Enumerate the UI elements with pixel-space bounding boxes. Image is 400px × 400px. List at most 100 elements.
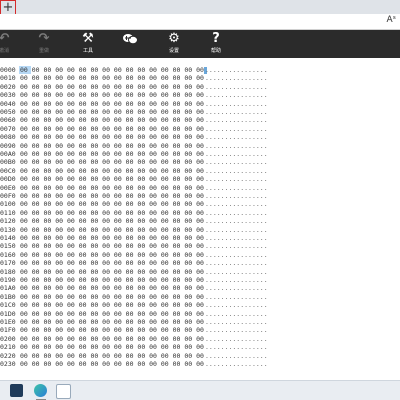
row-ascii[interactable]: ................ (205, 310, 268, 318)
row-ascii[interactable]: ................ (205, 360, 268, 368)
row-bytes[interactable]: 00 00 00 00 00 00 00 00 00 00 00 00 00 0… (20, 184, 204, 192)
row-bytes[interactable]: 00 00 00 00 00 00 00 00 00 00 00 00 00 0… (20, 352, 204, 360)
row-ascii[interactable]: ................ (205, 66, 268, 74)
hex-row[interactable]: 0080 00 00 00 00 00 00 00 00 00 00 00 00 … (0, 133, 400, 141)
hex-view[interactable]: 0000 00 00 00 00 00 00 00 00 00 00 00 00 … (0, 66, 400, 370)
hex-row[interactable]: 0040 00 00 00 00 00 00 00 00 00 00 00 00 … (0, 100, 400, 108)
row-ascii[interactable]: ................ (205, 318, 268, 326)
row-ascii[interactable]: ................ (205, 83, 268, 91)
row-bytes[interactable]: 00 00 00 00 00 00 00 00 00 00 00 00 00 0… (20, 301, 204, 309)
row-bytes[interactable]: 00 00 00 00 00 00 00 00 00 00 00 00 00 0… (20, 259, 204, 267)
row-ascii[interactable]: ................ (205, 108, 268, 116)
row-ascii[interactable]: ................ (205, 343, 268, 351)
undo-button[interactable]: ↶ 撤消 (0, 31, 16, 57)
hex-row[interactable]: 01E0 00 00 00 00 00 00 00 00 00 00 00 00 … (0, 318, 400, 326)
row-bytes[interactable]: 00 00 00 00 00 00 00 00 00 00 00 00 00 0… (20, 150, 204, 158)
hex-row[interactable]: 0200 00 00 00 00 00 00 00 00 00 00 00 00 … (0, 335, 400, 343)
row-ascii[interactable]: ................ (205, 192, 268, 200)
row-bytes[interactable]: 00 00 00 00 00 00 00 00 00 00 00 00 00 0… (20, 242, 204, 250)
hex-row[interactable]: 0090 00 00 00 00 00 00 00 00 00 00 00 00 … (0, 142, 400, 150)
row-bytes[interactable]: 00 00 00 00 00 00 00 00 00 00 00 00 00 0… (20, 125, 204, 133)
hex-row[interactable]: 00B0 00 00 00 00 00 00 00 00 00 00 00 00 … (0, 158, 400, 166)
hex-row[interactable]: 01A0 00 00 00 00 00 00 00 00 00 00 00 00 … (0, 284, 400, 292)
hex-row[interactable]: 0060 00 00 00 00 00 00 00 00 00 00 00 00 … (0, 116, 400, 124)
row-ascii[interactable]: ................ (205, 276, 268, 284)
hex-row[interactable]: 0230 00 00 00 00 00 00 00 00 00 00 00 00 … (0, 360, 400, 368)
hex-row[interactable]: 0050 00 00 00 00 00 00 00 00 00 00 00 00 … (0, 108, 400, 116)
hex-row[interactable]: 00A0 00 00 00 00 00 00 00 00 00 00 00 00 … (0, 150, 400, 158)
row-ascii[interactable]: ................ (205, 268, 268, 276)
row-bytes[interactable]: 00 00 00 00 00 00 00 00 00 00 00 00 00 0… (20, 360, 204, 368)
row-ascii[interactable]: ................ (205, 326, 268, 334)
row-bytes[interactable]: 00 00 00 00 00 00 00 00 00 00 00 00 00 0… (20, 74, 204, 82)
row-ascii[interactable]: ................ (205, 217, 268, 225)
row-ascii[interactable]: ................ (205, 251, 268, 259)
row-ascii[interactable]: ................ (205, 167, 268, 175)
hex-row[interactable]: 0100 00 00 00 00 00 00 00 00 00 00 00 00 … (0, 200, 400, 208)
hex-row[interactable]: 00D0 00 00 00 00 00 00 00 00 00 00 00 00 … (0, 175, 400, 183)
hex-row[interactable]: 0180 00 00 00 00 00 00 00 00 00 00 00 00 … (0, 268, 400, 276)
hex-row[interactable]: 0160 00 00 00 00 00 00 00 00 00 00 00 00 … (0, 251, 400, 259)
hex-row[interactable]: 01F0 00 00 00 00 00 00 00 00 00 00 00 00 … (0, 326, 400, 334)
hex-row[interactable]: 0170 00 00 00 00 00 00 00 00 00 00 00 00 … (0, 259, 400, 267)
redo-button[interactable]: ↷ 重做 (32, 31, 56, 57)
hex-row[interactable]: 0150 00 00 00 00 00 00 00 00 00 00 00 00 … (0, 242, 400, 250)
hex-row[interactable]: 0110 00 00 00 00 00 00 00 00 00 00 00 00 … (0, 209, 400, 217)
row-ascii[interactable]: ................ (205, 226, 268, 234)
row-bytes[interactable]: 00 00 00 00 00 00 00 00 00 00 00 00 00 0… (20, 142, 204, 150)
hex-row[interactable]: 01D0 00 00 00 00 00 00 00 00 00 00 00 00 … (0, 310, 400, 318)
row-ascii[interactable]: ................ (205, 116, 268, 124)
row-ascii[interactable]: ................ (205, 301, 268, 309)
hex-row[interactable]: 0020 00 00 00 00 00 00 00 00 00 00 00 00 … (0, 83, 400, 91)
hex-row[interactable]: 0010 00 00 00 00 00 00 00 00 00 00 00 00 … (0, 74, 400, 82)
tools-button[interactable]: ⚒ 工具 (76, 31, 100, 57)
row-ascii[interactable]: ................ (205, 259, 268, 267)
row-bytes[interactable]: 00 00 00 00 00 00 00 00 00 00 00 00 00 0… (20, 276, 204, 284)
app-window-icon[interactable] (56, 384, 71, 399)
settings-button[interactable]: ⚙ 设置 (162, 31, 186, 57)
row-ascii[interactable]: ................ (205, 150, 268, 158)
row-bytes[interactable]: 00 00 00 00 00 00 00 00 00 00 00 00 00 0… (20, 200, 204, 208)
row-bytes[interactable]: 00 00 00 00 00 00 00 00 00 00 00 00 00 0… (20, 66, 204, 74)
row-bytes[interactable]: 00 00 00 00 00 00 00 00 00 00 00 00 00 0… (20, 268, 204, 276)
row-bytes[interactable]: 00 00 00 00 00 00 00 00 00 00 00 00 00 0… (20, 209, 204, 217)
address-bar[interactable]: Aˢ (0, 14, 400, 30)
hex-row[interactable]: 0070 00 00 00 00 00 00 00 00 00 00 00 00 … (0, 125, 400, 133)
row-bytes[interactable]: 00 00 00 00 00 00 00 00 00 00 00 00 00 0… (20, 310, 204, 318)
row-ascii[interactable]: ................ (205, 142, 268, 150)
hex-row[interactable]: 0030 00 00 00 00 00 00 00 00 00 00 00 00 … (0, 91, 400, 99)
row-bytes[interactable]: 00 00 00 00 00 00 00 00 00 00 00 00 00 0… (20, 343, 204, 351)
row-bytes[interactable]: 00 00 00 00 00 00 00 00 00 00 00 00 00 0… (20, 100, 204, 108)
steam-icon[interactable] (10, 384, 23, 397)
hex-row[interactable]: 0140 00 00 00 00 00 00 00 00 00 00 00 00 … (0, 234, 400, 242)
row-bytes[interactable]: 00 00 00 00 00 00 00 00 00 00 00 00 00 0… (20, 335, 204, 343)
translate-button[interactable] (118, 31, 142, 57)
row-bytes[interactable]: 00 00 00 00 00 00 00 00 00 00 00 00 00 0… (20, 226, 204, 234)
row-ascii[interactable]: ................ (205, 100, 268, 108)
row-ascii[interactable]: ................ (205, 184, 268, 192)
row-ascii[interactable]: ................ (205, 175, 268, 183)
hex-row[interactable]: 0130 00 00 00 00 00 00 00 00 00 00 00 00 … (0, 226, 400, 234)
row-bytes[interactable]: 00 00 00 00 00 00 00 00 00 00 00 00 00 0… (20, 293, 204, 301)
font-size-icon[interactable]: Aˢ (386, 15, 396, 25)
row-bytes[interactable]: 00 00 00 00 00 00 00 00 00 00 00 00 00 0… (20, 175, 204, 183)
row-bytes[interactable]: 00 00 00 00 00 00 00 00 00 00 00 00 00 0… (20, 167, 204, 175)
row-ascii[interactable]: ................ (205, 284, 268, 292)
hex-row[interactable]: 0000 00 00 00 00 00 00 00 00 00 00 00 00 … (0, 66, 400, 74)
row-bytes[interactable]: 00 00 00 00 00 00 00 00 00 00 00 00 00 0… (20, 158, 204, 166)
row-ascii[interactable]: ................ (205, 74, 268, 82)
edge-icon[interactable] (34, 384, 47, 397)
hex-row[interactable]: 0120 00 00 00 00 00 00 00 00 00 00 00 00 … (0, 217, 400, 225)
row-bytes[interactable]: 00 00 00 00 00 00 00 00 00 00 00 00 00 0… (20, 133, 204, 141)
row-ascii[interactable]: ................ (205, 352, 268, 360)
row-ascii[interactable]: ................ (205, 242, 268, 250)
row-ascii[interactable]: ................ (205, 200, 268, 208)
row-bytes[interactable]: 00 00 00 00 00 00 00 00 00 00 00 00 00 0… (20, 326, 204, 334)
row-bytes[interactable]: 00 00 00 00 00 00 00 00 00 00 00 00 00 0… (20, 284, 204, 292)
row-bytes[interactable]: 00 00 00 00 00 00 00 00 00 00 00 00 00 0… (20, 83, 204, 91)
row-ascii[interactable]: ................ (205, 125, 268, 133)
row-ascii[interactable]: ................ (205, 335, 268, 343)
row-bytes[interactable]: 00 00 00 00 00 00 00 00 00 00 00 00 00 0… (20, 91, 204, 99)
row-bytes[interactable]: 00 00 00 00 00 00 00 00 00 00 00 00 00 0… (20, 234, 204, 242)
row-bytes[interactable]: 00 00 00 00 00 00 00 00 00 00 00 00 00 0… (20, 251, 204, 259)
